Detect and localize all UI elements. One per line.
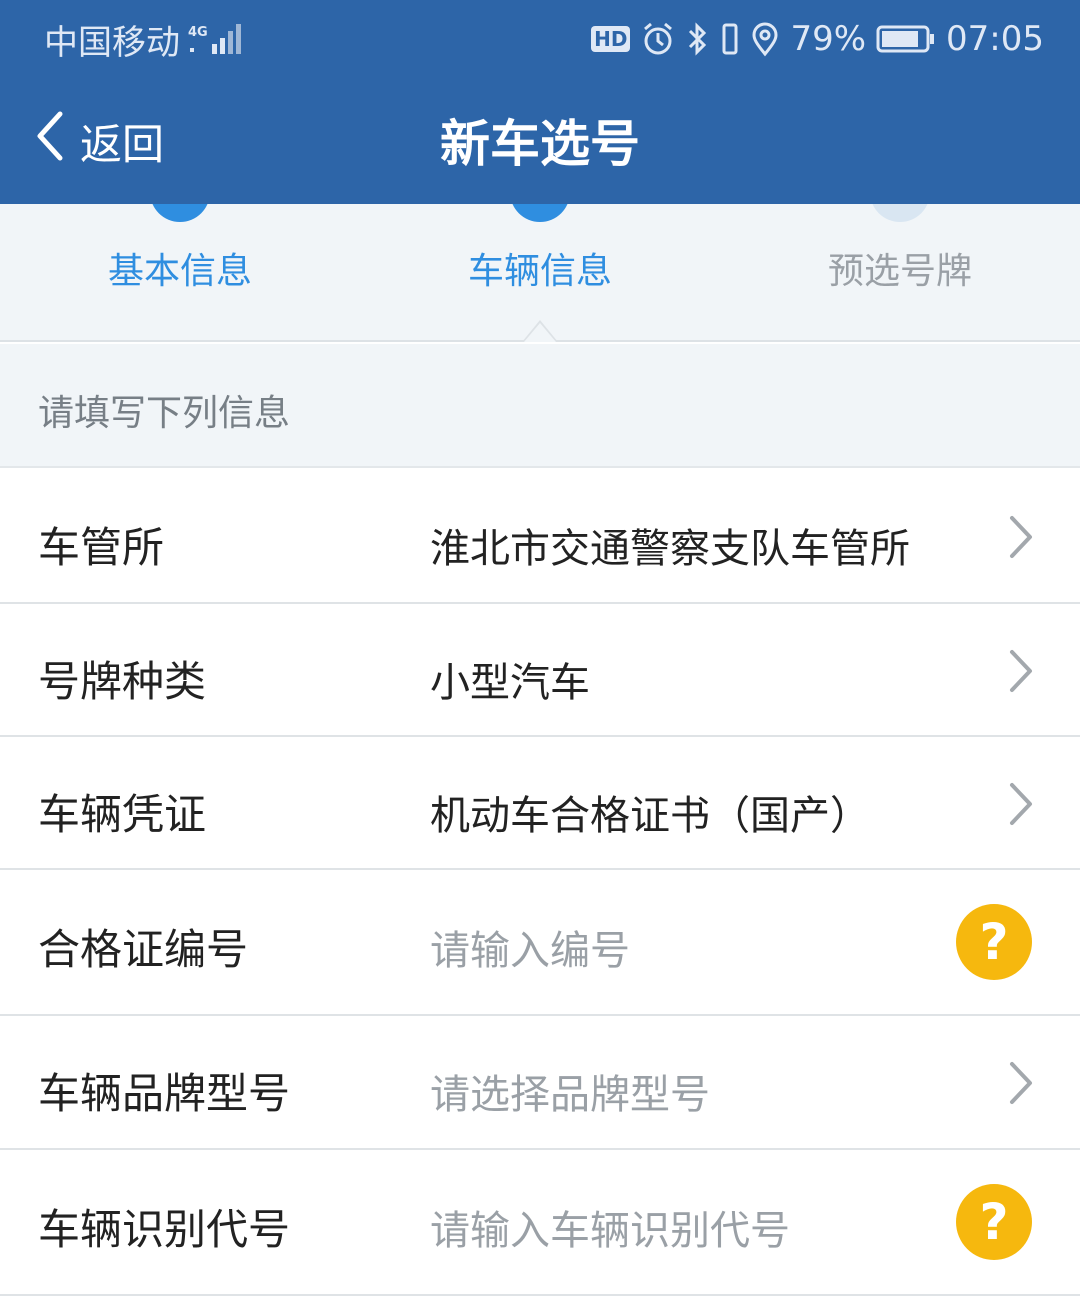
step-dot-icon bbox=[870, 204, 930, 222]
chevron-right-icon bbox=[1010, 783, 1032, 825]
form-row-plate-type[interactable]: 号牌种类 小型汽车 bbox=[0, 604, 1080, 737]
carrier-name: 中国移动 bbox=[44, 22, 180, 63]
row-value: 机动车合格证书（国产） bbox=[430, 793, 870, 839]
hd-icon: HD bbox=[591, 26, 631, 52]
form-row-brand-model[interactable]: 车辆品牌型号 请选择品牌型号 bbox=[0, 1016, 1080, 1150]
status-bar: 中国移动 4G HD 79% 07:05 bbox=[0, 0, 1080, 78]
help-icon[interactable]: ? bbox=[956, 904, 1032, 980]
form-row-certificate-number: 合格证编号 请输入编号 ? bbox=[0, 870, 1080, 1016]
signal-icon: 4G bbox=[188, 22, 246, 56]
row-label: 合格证编号 bbox=[38, 925, 249, 974]
row-label: 车管所 bbox=[38, 523, 165, 572]
step-label: 车辆信息 bbox=[467, 251, 612, 292]
status-right: HD 79% 07:05 bbox=[591, 19, 1044, 59]
row-value: 淮北市交通警察支队车管所 bbox=[430, 526, 910, 572]
chevron-right-icon bbox=[1010, 516, 1032, 558]
certificate-number-input[interactable]: 请输入编号 bbox=[430, 918, 630, 976]
step-basic-info[interactable]: 基本信息 bbox=[0, 204, 360, 340]
row-label: 车辆凭证 bbox=[38, 790, 207, 839]
chevron-right-icon bbox=[1010, 1062, 1032, 1104]
step-plate-preselect[interactable]: 预选号牌 bbox=[720, 204, 1080, 340]
form-row-vin: 车辆识别代号 请输入车辆识别代号 ? bbox=[0, 1150, 1080, 1296]
battery-icon bbox=[876, 24, 936, 54]
status-left: 中国移动 4G bbox=[44, 15, 246, 64]
network-type: 4G bbox=[188, 25, 208, 40]
vibrate-icon bbox=[720, 21, 740, 57]
active-step-pointer-fill bbox=[524, 323, 556, 342]
chevron-right-icon bbox=[1010, 650, 1032, 692]
step-dot-icon bbox=[510, 204, 570, 222]
form-row-vehicle-certificate[interactable]: 车辆凭证 机动车合格证书（国产） bbox=[0, 737, 1080, 870]
row-label: 车辆品牌型号 bbox=[38, 1069, 291, 1118]
page-title: 新车选号 bbox=[440, 115, 640, 173]
alarm-icon bbox=[640, 21, 676, 57]
section-hint: 请填写下列信息 bbox=[0, 344, 1080, 468]
step-label: 预选号牌 bbox=[827, 251, 972, 292]
bluetooth-icon bbox=[686, 21, 710, 57]
location-icon bbox=[750, 21, 780, 57]
clock-time: 07:05 bbox=[946, 19, 1044, 59]
step-dot-icon bbox=[150, 204, 210, 222]
row-value: 小型汽车 bbox=[430, 660, 590, 706]
battery-percent: 79% bbox=[790, 19, 867, 59]
form-row-vehicle-office[interactable]: 车管所 淮北市交通警察支队车管所 bbox=[0, 470, 1080, 604]
help-icon[interactable]: ? bbox=[956, 1184, 1032, 1260]
step-label: 基本信息 bbox=[107, 251, 252, 292]
row-label: 号牌种类 bbox=[38, 657, 207, 706]
brand-model-select[interactable]: 请选择品牌型号 bbox=[430, 1062, 710, 1120]
vin-input[interactable]: 请输入车辆识别代号 bbox=[430, 1198, 790, 1256]
nav-bar: 返回 新车选号 bbox=[0, 78, 1080, 204]
row-label: 车辆识别代号 bbox=[38, 1205, 291, 1254]
